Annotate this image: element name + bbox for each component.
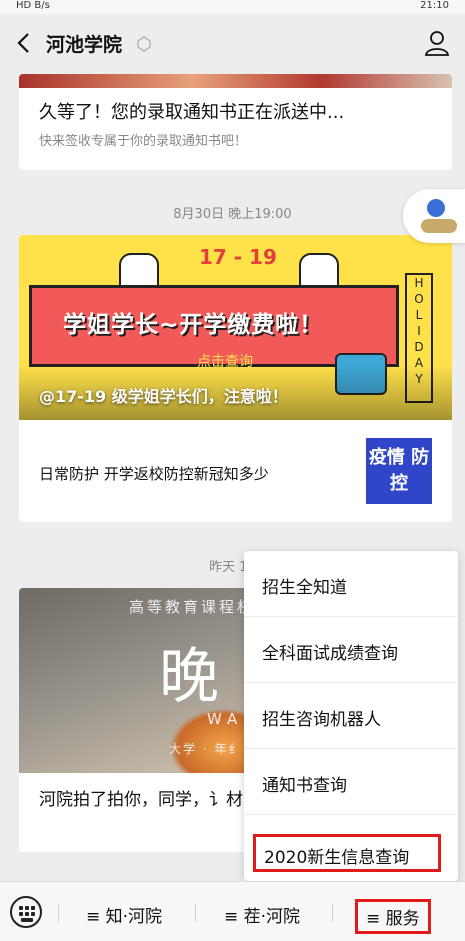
message-timestamp: 8月30日 晚上19:00 bbox=[173, 207, 292, 222]
divider bbox=[332, 904, 333, 922]
message-title: 久等了！您的录取通知书正在派送中... bbox=[39, 102, 345, 123]
menu-item[interactable]: 招生全知道 bbox=[244, 551, 458, 617]
message-card[interactable]: 久等了！您的录取通知书正在派送中... 快来签收专属于你的录取通知书吧！ bbox=[19, 74, 452, 170]
banner-year: 17 - 19 bbox=[199, 245, 277, 269]
menu-item-label: 通知书查询 bbox=[262, 776, 347, 796]
menu-item-label: 招生全知道 bbox=[262, 578, 347, 598]
divider bbox=[195, 904, 196, 922]
message-card[interactable]: 17 - 19 学姐学长~开学缴费啦！ 点击查询 H O L I D A Y @… bbox=[19, 235, 452, 522]
divider bbox=[58, 904, 59, 922]
banner-headline: 学姐学长~开学缴费啦！ bbox=[63, 312, 324, 338]
article-banner[interactable]: 17 - 19 学姐学长~开学缴费啦！ 点击查询 H O L I D A Y @… bbox=[19, 235, 452, 420]
holiday-letter: D bbox=[414, 340, 424, 354]
menu-item[interactable]: 全科面试成绩查询 bbox=[244, 617, 458, 683]
article-thumbnail[interactable]: 疫情 防控 bbox=[366, 438, 432, 504]
holiday-letter: I bbox=[417, 324, 421, 338]
assistant-icon bbox=[421, 219, 457, 233]
menu-item-highlighted[interactable]: 2020新生信息查询 bbox=[253, 834, 441, 872]
holiday-letter: L bbox=[415, 308, 423, 322]
menu-item-label: 2020新生信息查询 bbox=[264, 848, 410, 868]
floating-assistant-button[interactable] bbox=[403, 189, 465, 243]
banner-caption: @17-19 级学姐学长们，注意啦！ bbox=[39, 387, 288, 406]
menu-item[interactable]: 通知书查询 bbox=[244, 749, 458, 815]
service-menu: 招生全知道 全科面试成绩查询 招生咨询机器人 通知书查询 2020新生信息查询 bbox=[244, 551, 458, 881]
status-left: HD B/s bbox=[16, 0, 50, 11]
chevron-left-icon[interactable] bbox=[10, 28, 38, 58]
menu-tab-service[interactable]: ≡ 服务 bbox=[355, 899, 431, 934]
keyboard-icon[interactable] bbox=[10, 896, 42, 928]
bottom-menu-bar: ≡ 知·河院 ≡ 茬·河院 ≡ 服务 bbox=[0, 881, 465, 941]
menu-tab[interactable]: ≡ 知·河院 bbox=[86, 902, 162, 927]
message-subtitle: 快来签收专属于你的录取通知书吧！ bbox=[39, 134, 248, 149]
menu-item[interactable]: 招生咨询机器人 bbox=[244, 683, 458, 749]
menu-item-label: 全科面试成绩查询 bbox=[262, 644, 398, 664]
photo-text: 高等教育课程权 bbox=[129, 598, 256, 616]
chat-header: 河池学院 bbox=[0, 14, 465, 74]
user-profile-icon[interactable] bbox=[423, 28, 451, 58]
verified-icon bbox=[137, 36, 151, 52]
menu-tab[interactable]: ≡ 茬·河院 bbox=[224, 902, 300, 927]
article-item-title[interactable]: 日常防护 开学返校防控新冠知多少 bbox=[39, 463, 269, 484]
thumb-text: 疫情 防控 bbox=[368, 447, 430, 494]
page-title: 河池学院 bbox=[46, 34, 123, 56]
menu-item-label: 招生咨询机器人 bbox=[262, 710, 381, 730]
photo-text: 大学 · 年纟 bbox=[169, 742, 243, 756]
status-bar: HD B/s 21:10 bbox=[0, 0, 465, 14]
photo-text: 晚 bbox=[159, 642, 219, 712]
status-clock: 21:10 bbox=[420, 0, 449, 11]
holiday-letter: H bbox=[414, 276, 424, 290]
card-cover-image bbox=[19, 74, 452, 88]
holiday-letter: O bbox=[414, 292, 424, 306]
search-icon bbox=[427, 199, 445, 217]
